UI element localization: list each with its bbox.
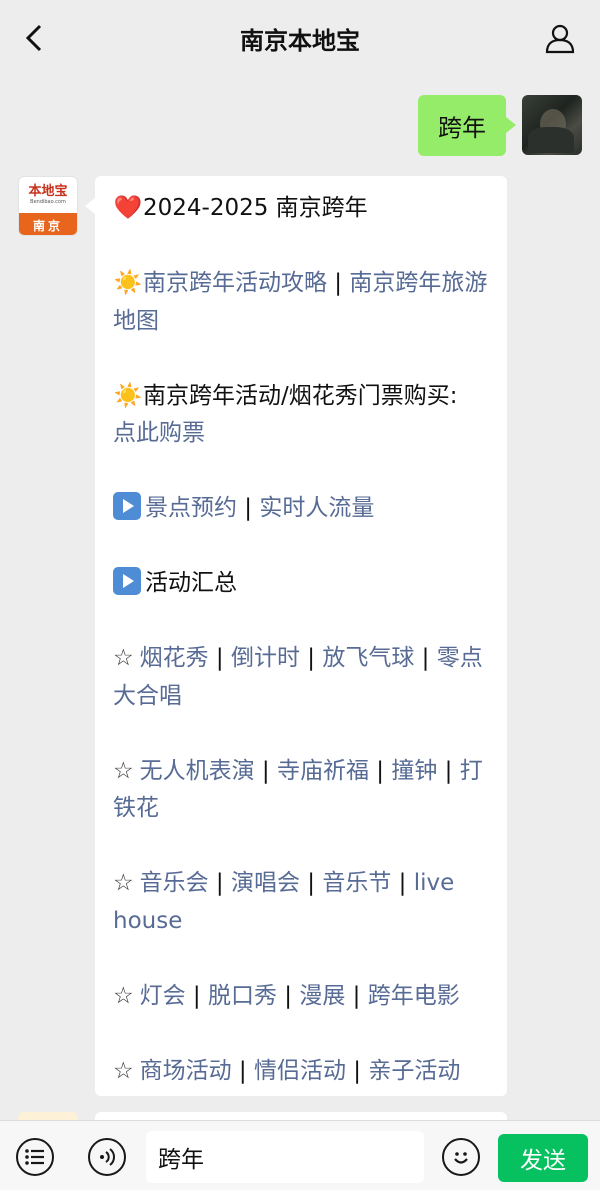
group-4: ☆ 灯会 | 脱口秀 | 漫展 | 跨年电影	[113, 982, 460, 1009]
link-buy-ticket[interactable]: 点此购票	[113, 420, 205, 446]
voice-icon[interactable]	[88, 1138, 126, 1176]
emoji-icon[interactable]	[442, 1138, 480, 1176]
summary-text: 活动汇总	[145, 570, 237, 596]
link-temple[interactable]: 寺庙祈福	[277, 758, 369, 784]
link-fireworks[interactable]: 烟花秀	[140, 645, 209, 671]
star-icon: ☆	[113, 757, 134, 784]
link-music-festival[interactable]: 音乐节	[322, 870, 391, 896]
guide-line: ☀️南京跨年活动攻略 | 南京跨年旅游地图	[113, 265, 489, 340]
link-countdown[interactable]: 倒计时	[231, 645, 300, 671]
title-text: 2024-2025 南京跨年	[143, 195, 368, 221]
link-couples[interactable]: 情侣活动	[254, 1058, 346, 1084]
link-reservation[interactable]: 景点预约	[145, 495, 237, 521]
back-arrow-icon[interactable]	[18, 22, 50, 54]
logo-text: 本地宝	[28, 183, 68, 199]
link-movie[interactable]: 跨年电影	[368, 983, 460, 1009]
play-icon	[113, 567, 141, 595]
star-icon: ☆	[113, 1057, 134, 1084]
outgoing-message: 跨年	[418, 95, 582, 156]
link-mall[interactable]: 商场活动	[140, 1058, 232, 1084]
link-balloons[interactable]: 放飞气球	[322, 645, 414, 671]
outgoing-bubble[interactable]: 跨年	[418, 95, 516, 156]
group-5: ☆ 商场活动 | 情侣活动 | 亲子活动	[113, 1057, 461, 1084]
profile-icon[interactable]	[542, 20, 578, 56]
link-talk-show[interactable]: 脱口秀	[208, 983, 277, 1009]
send-button[interactable]: 发送	[498, 1134, 588, 1182]
link-lantern[interactable]: 灯会	[140, 983, 186, 1009]
incoming-bubble: ❤️2024-2025 南京跨年 ☀️南京跨年活动攻略 | 南京跨年旅游地图 ☀…	[85, 176, 507, 1096]
next-message-avatar	[18, 1112, 78, 1120]
sun-icon: ☀️	[113, 270, 143, 296]
star-icon: ☆	[113, 870, 134, 896]
scenic-line: 景点预约 | 实时人流量	[113, 490, 489, 528]
message-input[interactable]	[146, 1131, 424, 1183]
chat-header: 南京本地宝	[0, 0, 600, 76]
user-avatar[interactable]	[522, 95, 582, 155]
group-1: ☆ 烟花秀 | 倒计时 | 放飞气球 | 零点大合唱	[113, 645, 483, 709]
link-live-concert[interactable]: 演唱会	[231, 870, 300, 896]
separator: |	[327, 270, 350, 296]
logo-city: 南京	[19, 213, 77, 235]
ticket-line: ☀️南京跨年活动/烟花秀门票购买: 点此购票	[113, 378, 489, 453]
star-icon: ☆	[113, 645, 134, 671]
heart-icon: ❤️	[113, 195, 143, 221]
sun-icon: ☀️	[113, 382, 143, 409]
link-family[interactable]: 亲子活动	[368, 1058, 460, 1084]
link-drone-show[interactable]: 无人机表演	[140, 758, 255, 784]
star-icon: ☆	[113, 982, 134, 1009]
ticket-text: 南京跨年活动/烟花秀门票购买:	[143, 382, 458, 409]
input-bar: 发送	[0, 1120, 600, 1190]
summary-line: 活动汇总	[113, 565, 489, 603]
play-icon	[113, 492, 141, 520]
link-concert[interactable]: 音乐会	[140, 870, 209, 896]
group-3: ☆ 音乐会 | 演唱会 | 音乐节 | live house	[113, 870, 455, 934]
link-bell[interactable]: 撞钟	[391, 758, 437, 784]
link-comic-expo[interactable]: 漫展	[299, 983, 345, 1009]
group-2: ☆ 无人机表演 | 寺庙祈福 | 撞钟 | 打铁花	[113, 757, 483, 822]
bot-avatar[interactable]: 本地宝 Bendibao.com 南京	[18, 176, 78, 236]
next-message-bubble	[95, 1112, 507, 1120]
chat-title: 南京本地宝	[240, 26, 360, 55]
logo-url: Bendibao.com	[30, 198, 66, 205]
link-strategy[interactable]: 南京跨年活动攻略	[143, 270, 327, 296]
separator: |	[237, 495, 260, 521]
menu-list-icon[interactable]	[16, 1138, 54, 1176]
message-title: ❤️2024-2025 南京跨年	[113, 190, 489, 228]
link-crowd[interactable]: 实时人流量	[259, 495, 374, 521]
